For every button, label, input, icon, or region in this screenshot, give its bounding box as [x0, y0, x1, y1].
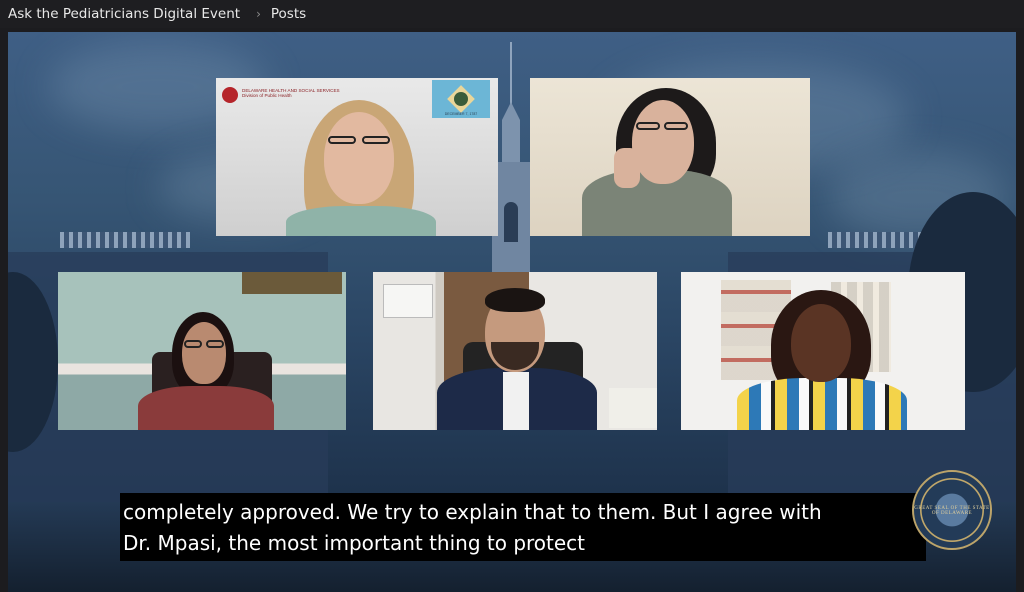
participant-tile-3: [58, 272, 346, 430]
logo-line-1: DELAWARE HEALTH AND SOCIAL SERVICES: [242, 88, 340, 93]
delaware-seal-icon: GREAT SEAL OF THE STATE OF DELAWARE: [912, 470, 992, 550]
background-steeple-top: [502, 102, 520, 162]
chevron-right-icon: ›: [256, 7, 261, 21]
caption-line-2: Dr. Mpasi, the most important thing to p…: [123, 531, 586, 555]
breadcrumb: Ask the Pediatricians Digital Event › Po…: [0, 0, 1024, 28]
background-steeple-window: [504, 202, 518, 242]
breadcrumb-event-link[interactable]: Ask the Pediatricians Digital Event: [8, 6, 240, 22]
closed-captions: completely approved. We try to explain t…: [120, 493, 926, 561]
flag-caption: DECEMBER 7, 1787: [444, 112, 478, 116]
delaware-flag-icon: DECEMBER 7, 1787: [432, 80, 490, 118]
seal-text: GREAT SEAL OF THE STATE OF DELAWARE: [914, 506, 990, 516]
participant-tile-4: [373, 272, 657, 430]
background-balustrade: [60, 232, 190, 248]
logo-line-2: Division of Public Health: [242, 93, 292, 99]
breadcrumb-posts-link[interactable]: Posts: [271, 6, 306, 22]
dhss-logo-icon: [222, 87, 238, 103]
participant-tile-1: DELAWARE HEALTH AND SOCIAL SERVICES Divi…: [216, 78, 498, 236]
background-steeple-spire: [510, 42, 512, 112]
video-player[interactable]: DELAWARE HEALTH AND SOCIAL SERVICES Divi…: [8, 32, 1016, 592]
caption-line-1: completely approved. We try to explain t…: [123, 500, 822, 524]
participant-tile-2: [530, 78, 810, 236]
dhss-logo: DELAWARE HEALTH AND SOCIAL SERVICES Divi…: [222, 86, 340, 108]
participant-tile-5: [681, 272, 965, 430]
